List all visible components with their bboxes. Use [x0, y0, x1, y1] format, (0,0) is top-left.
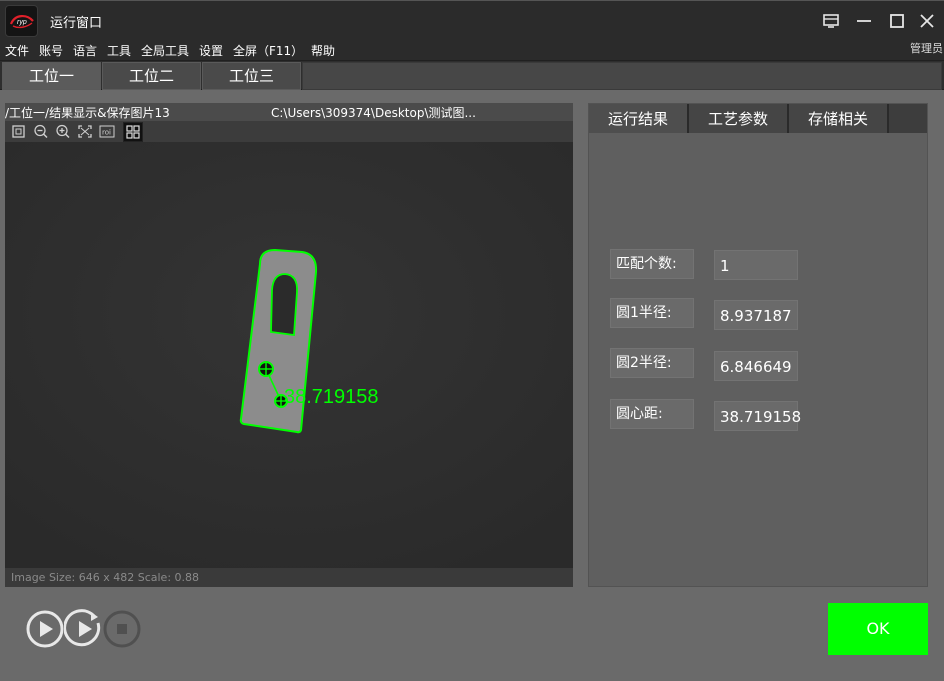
play-loop-icon: [64, 609, 101, 647]
maximize-button[interactable]: [887, 11, 907, 31]
minimize-icon: [857, 20, 871, 22]
menu-global-tools[interactable]: 全局工具: [141, 42, 189, 59]
viewer-file-path: C:\Users\309374\Desktop\测试图...: [271, 106, 476, 120]
menu-file[interactable]: 文件: [5, 42, 29, 59]
zoom-in-icon: [56, 124, 70, 139]
title-bar: ryp 运行窗口: [0, 0, 944, 40]
menu-tools[interactable]: 工具: [107, 42, 131, 59]
inspection-image[interactable]: 38.719158: [5, 142, 573, 568]
svg-text:ryp: ryp: [17, 19, 27, 26]
play-icon: [26, 610, 64, 648]
match-count-label: 匹配个数:: [610, 249, 694, 279]
circle-1-radius-label: 圆1半径:: [610, 298, 694, 328]
restore-layout-button[interactable]: [821, 11, 841, 31]
layout-icon: [823, 14, 839, 28]
result-tab-bar: 运行结果 工艺参数 存储相关: [589, 104, 927, 133]
circle-1-radius-value: 8.937187: [714, 300, 798, 330]
fit-icon: [12, 125, 25, 138]
crosshair-icon: [126, 125, 140, 139]
roi-icon: roi: [99, 125, 115, 138]
app-logo-icon: ryp: [5, 5, 38, 37]
stop-icon: [103, 610, 141, 648]
tab-station-3[interactable]: 工位三: [202, 62, 301, 90]
menu-bar: 文件 账号 语言 工具 全局工具 设置 全屏（F11） 帮助 管理员: [0, 40, 944, 60]
menu-fullscreen[interactable]: 全屏（F11）: [233, 42, 303, 59]
run-loop-button[interactable]: [64, 609, 104, 649]
center-distance-label: 圆心距:: [610, 399, 694, 429]
tab-bar-filler: [302, 62, 942, 90]
run-once-button[interactable]: [25, 609, 65, 649]
measurement-label: 38.719158: [284, 386, 379, 408]
current-user-label: 管理员: [910, 42, 943, 55]
inspection-image-svg: 38.719158: [5, 142, 573, 568]
fullscreen-icon: [78, 125, 92, 138]
circle-2-radius-value: 6.846649: [714, 351, 798, 381]
tab-station-2[interactable]: 工位二: [102, 62, 201, 90]
crosshair-button[interactable]: [123, 122, 143, 142]
fullscreen-button[interactable]: [76, 123, 94, 140]
match-count-value: 1: [714, 250, 798, 280]
ok-button[interactable]: OK: [828, 603, 928, 655]
viewer-toolbar: roi: [5, 121, 573, 142]
zoom-out-button[interactable]: [32, 123, 50, 140]
roi-label: roi: [102, 129, 111, 137]
tab-storage[interactable]: 存储相关: [789, 104, 889, 133]
image-status-bar: Image Size: 646 x 482 Scale: 0.88: [5, 568, 573, 587]
result-tab-filler: [889, 104, 927, 133]
circle-2-radius-label: 圆2半径:: [610, 348, 694, 378]
result-panel: 运行结果 工艺参数 存储相关 匹配个数: 1 圆1半径: 8.937187 圆2…: [588, 103, 928, 587]
tab-station-1[interactable]: 工位一: [2, 62, 101, 90]
center-distance-value: 38.719158: [714, 401, 801, 431]
menu-settings[interactable]: 设置: [199, 42, 223, 59]
viewer-path-bar: /工位一/结果显示&保存图片13 C:\Users\309374\Desktop…: [5, 103, 573, 121]
close-button[interactable]: [917, 11, 937, 31]
station-tab-bar: 工位一 工位二 工位三: [0, 60, 944, 90]
zoom-out-icon: [34, 124, 48, 139]
menu-language[interactable]: 语言: [73, 42, 97, 59]
viewer-path: /工位一/结果显示&保存图片13: [5, 106, 170, 120]
close-icon: [920, 14, 934, 28]
minimize-button[interactable]: [854, 11, 874, 31]
fit-button[interactable]: [10, 123, 28, 140]
stop-button[interactable]: [102, 609, 142, 649]
maximize-icon: [890, 14, 904, 28]
menu-help[interactable]: 帮助: [311, 42, 335, 59]
tab-process-params[interactable]: 工艺参数: [689, 104, 789, 133]
menu-account[interactable]: 账号: [39, 42, 63, 59]
tab-run-results[interactable]: 运行结果: [589, 104, 689, 133]
zoom-in-button[interactable]: [54, 123, 72, 140]
roi-button[interactable]: roi: [98, 123, 116, 140]
window-title: 运行窗口: [50, 16, 103, 31]
